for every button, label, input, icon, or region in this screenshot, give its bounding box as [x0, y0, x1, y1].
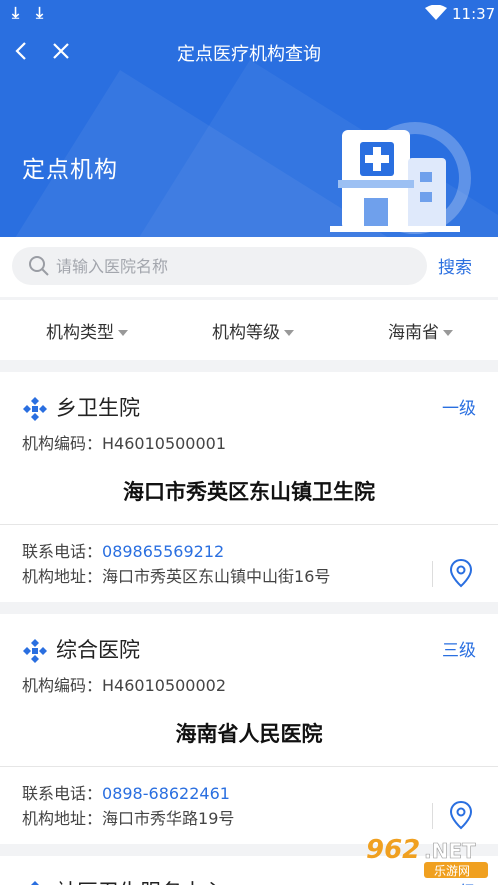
header-banner: ⤓ ⤓ 11:37 定点医疗机构查询 定点机构 [0, 0, 498, 237]
status-bar: ⤓ ⤓ 11:37 [0, 0, 498, 28]
divider [0, 766, 498, 767]
code-label: 机构编码： [22, 676, 103, 695]
code-value: H46010500002 [102, 676, 227, 695]
search-button[interactable]: 搜索 [438, 253, 472, 278]
watermark-logo: 962 .NET 乐游网 [366, 835, 488, 878]
institution-name: 海口市秀英区东山镇卫生院 [123, 480, 375, 504]
search-input[interactable] [56, 247, 416, 285]
divider [0, 524, 498, 525]
phone-label: 联系电话： [22, 784, 103, 803]
search-icon [29, 256, 49, 276]
address-row: 机构地址：海口市秀英区东山镇中山街16号 [22, 563, 330, 587]
address-label: 机构地址： [22, 567, 103, 586]
search-bar: 搜索 [0, 237, 498, 297]
svg-text:962: 962 [366, 835, 420, 865]
hospital-cross-icon [23, 397, 47, 421]
institution-code: 机构编码：H46010500001 [22, 430, 226, 454]
phone-link[interactable]: 0898-68622461 [102, 784, 230, 803]
address-value: 海口市秀华路19号 [102, 809, 235, 828]
page-title: 定点医疗机构查询 [177, 44, 321, 65]
hospital-cross-icon [31, 881, 39, 885]
caret-down-icon [284, 330, 294, 336]
institution-code: 机构编码：H46010500002 [22, 672, 226, 696]
location-pin-icon[interactable] [449, 558, 473, 588]
clock: 11:37 [452, 5, 496, 23]
code-value: H46010500001 [102, 434, 227, 453]
nav-bar: 定点医疗机构查询 [0, 30, 498, 72]
filter-institution-type[interactable]: 机构类型 [46, 318, 128, 343]
filter-province[interactable]: 海南省 [388, 318, 453, 343]
institution-category: 乡卫生院 [56, 396, 140, 420]
institution-category: 社区卫生服务中心 [56, 876, 224, 885]
hospital-cross-icon [23, 639, 47, 663]
filter-bar: 机构类型 机构等级 海南省 [0, 300, 498, 360]
address-value: 海口市秀英区东山镇中山街16号 [102, 567, 331, 586]
phone-label: 联系电话： [22, 542, 103, 561]
svg-text:乐游网: 乐游网 [434, 864, 470, 878]
filter-institution-level[interactable]: 机构等级 [212, 318, 294, 343]
banner-title: 定点机构 [22, 157, 118, 183]
phone-row: 联系电话：0898-68622461 [22, 780, 230, 804]
divider [432, 561, 433, 587]
phone-link[interactable]: 089865569212 [102, 542, 224, 561]
filter-label: 海南省 [388, 323, 439, 343]
address-row: 机构地址：海口市秀华路19号 [22, 805, 234, 829]
download-icon: ⤓ [36, 3, 44, 22]
institution-card[interactable]: 综合医院 三级 机构编码：H46010500002 海南省人民医院 联系电话：0… [0, 614, 498, 844]
institution-name: 海南省人民医院 [175, 722, 323, 746]
filter-label: 机构等级 [212, 323, 280, 343]
location-pin-icon[interactable] [449, 800, 473, 830]
download-icon: ⤓ [12, 3, 20, 22]
hospital-illustration-icon [330, 122, 471, 234]
institution-level: 一级 [442, 399, 476, 419]
caret-down-icon [118, 330, 128, 336]
svg-text:.NET: .NET [424, 839, 476, 863]
phone-row: 联系电话：089865569212 [22, 538, 224, 562]
caret-down-icon [443, 330, 453, 336]
institution-level: 三级 [442, 641, 476, 661]
institution-category: 综合医院 [56, 638, 140, 662]
search-box[interactable] [12, 247, 427, 285]
address-label: 机构地址： [22, 809, 103, 828]
code-label: 机构编码： [22, 434, 103, 453]
divider [432, 803, 433, 829]
wifi-icon [425, 5, 447, 20]
filter-label: 机构类型 [46, 323, 114, 343]
institution-card[interactable]: 乡卫生院 一级 机构编码：H46010500001 海口市秀英区东山镇卫生院 联… [0, 372, 498, 602]
